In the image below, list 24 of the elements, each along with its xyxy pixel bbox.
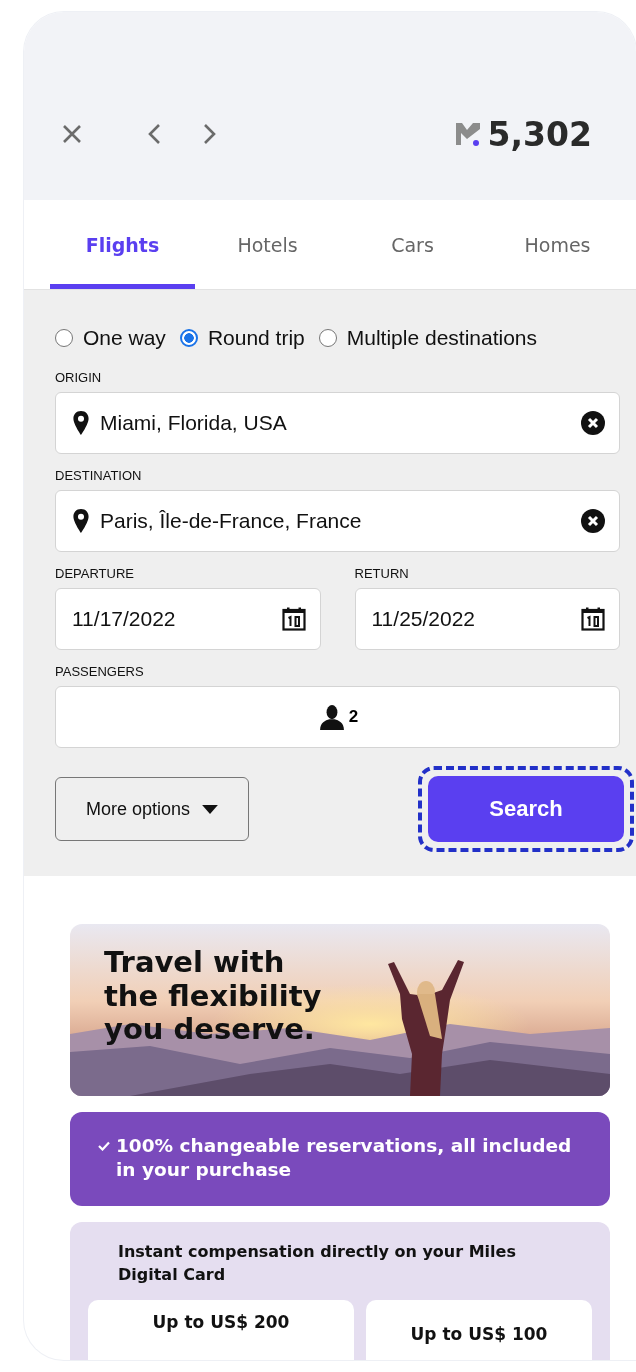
trip-type-radio[interactable]: Multiple destinations — [318, 326, 538, 350]
offer-amount: Up to US$ 200 — [152, 1312, 290, 1333]
offer-amount: Up to US$ 100 — [410, 1324, 548, 1345]
field-label: PASSENGERS — [55, 664, 145, 679]
field-label: RETURN — [354, 566, 410, 581]
search-button[interactable]: Search — [428, 776, 624, 842]
origin-field[interactable]: Miami, Florida, USA — [55, 392, 620, 454]
feature-text: 100% changeable reservations, all included in your purchase — [116, 1134, 573, 1183]
field-label: DESTINATION — [55, 468, 143, 483]
field-label: DEPARTURE — [55, 566, 135, 581]
tab[interactable]: Homes — [485, 200, 630, 289]
departure-date-field[interactable]: 11/17/2022 — [55, 588, 321, 650]
passengers-field[interactable]: 2 — [55, 686, 620, 748]
miles-balance: 5,302 — [487, 114, 592, 154]
trip-type-radio[interactable]: Round trip — [179, 326, 305, 350]
tab[interactable]: Cars — [340, 200, 485, 289]
banner-headline: Travel with the flexibility you deserve. — [103, 944, 323, 1047]
tab[interactable]: Hotels — [195, 200, 340, 289]
trip-type-radio[interactable]: One way — [55, 326, 166, 350]
more-options-button[interactable]: More options — [55, 777, 249, 841]
destination-field[interactable]: Paris, Île-de-France, France — [55, 490, 620, 552]
return-date-field[interactable]: 11/25/2022 — [354, 588, 620, 650]
field-label: ORIGIN — [55, 370, 103, 385]
compensation-title: Instant compensation directly on your Miles Digital Card — [117, 1241, 517, 1287]
